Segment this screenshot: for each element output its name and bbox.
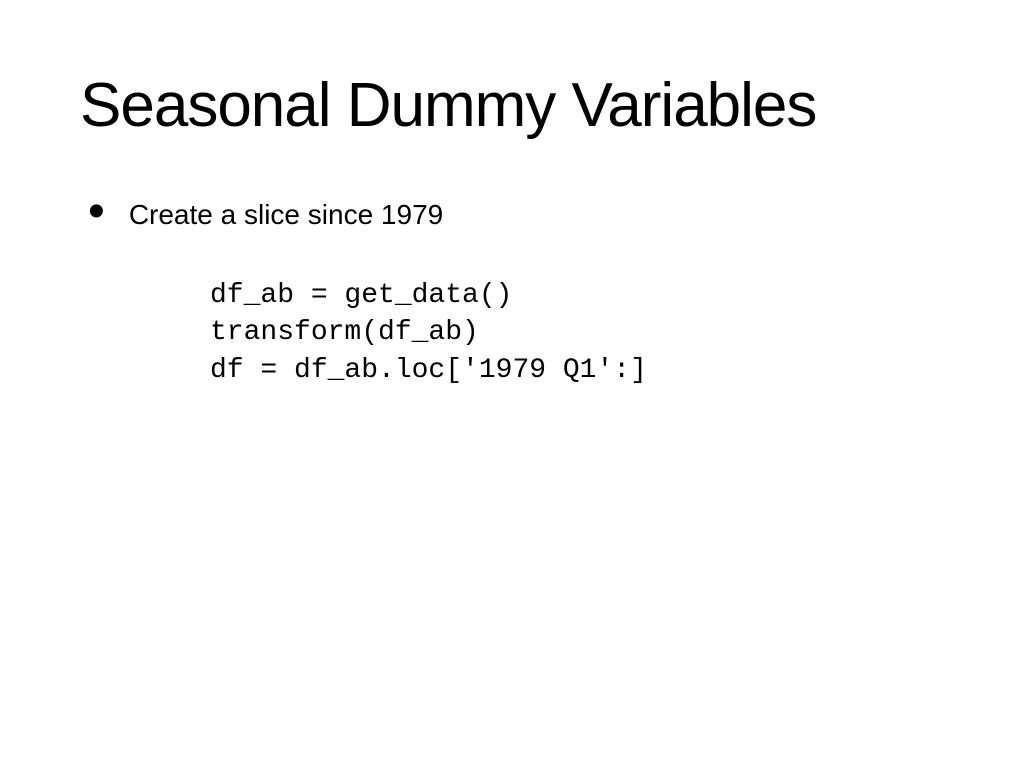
bullet-item: • Create a slice since 1979 (88, 196, 944, 232)
code-line: transform(df_ab) (210, 317, 479, 348)
code-line: df = df_ab.loc['1979 Q1':] (210, 355, 647, 386)
bullet-text: Create a slice since 1979 (129, 196, 443, 232)
slide-container: Seasonal Dummy Variables • Create a slic… (0, 0, 1024, 768)
slide-title: Seasonal Dummy Variables (80, 70, 944, 141)
bullet-dot-icon: • (88, 198, 105, 226)
code-block: df_ab = get_data() transform(df_ab) df =… (210, 277, 944, 390)
code-line: df_ab = get_data() (210, 280, 512, 311)
